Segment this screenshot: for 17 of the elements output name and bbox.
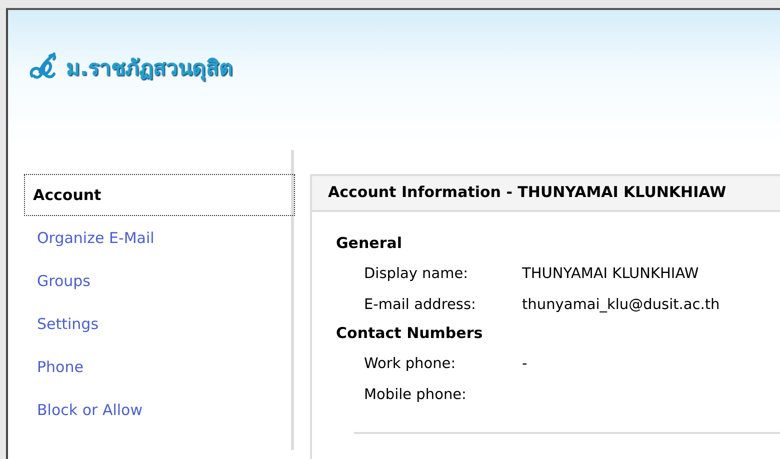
field-label: Work phone: [364, 356, 457, 372]
field-value: THUNYAMAI KLUNKHIAW [522, 266, 699, 282]
panel-title: Account Information - THUNYAMAI KLUNKHIAW [312, 176, 780, 212]
sidebar-item[interactable]: Organize E-Mail [24, 216, 291, 259]
field-label: Mobile phone: [364, 386, 468, 402]
field-value: - [522, 356, 528, 372]
field-label: E-mail address: [364, 296, 477, 312]
section-heading: General [336, 234, 403, 252]
sidebar-item[interactable]: Settings [24, 302, 291, 345]
field-label: Display name: [364, 266, 470, 282]
sidebar-item[interactable]: Block or Allow [24, 388, 291, 431]
logo-text: ม.ราชภัฏสวนดุสิต [66, 54, 233, 83]
sidebar-item[interactable]: Account [24, 174, 295, 216]
sidebar-item[interactable]: Groups [24, 259, 291, 302]
field-value: thunyamai_klu@dusit.ac.th [522, 296, 720, 312]
section-heading: Contact Numbers [336, 324, 484, 342]
sidebar-item[interactable]: Phone [24, 345, 291, 388]
